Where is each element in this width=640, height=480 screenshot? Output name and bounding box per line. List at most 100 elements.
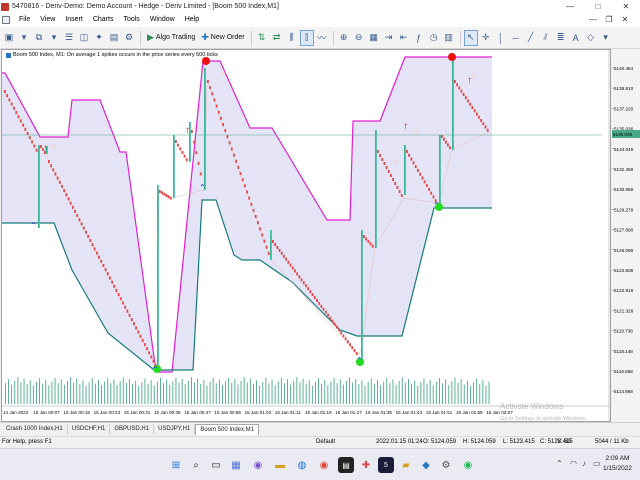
candle [302, 281, 305, 285]
chart-window[interactable]: ↑ ↑ ↑ ↑ ⌃ ⌃ ⌃ ⌃ ⌃ ☆ ☆ ☆ ☆ ☆ ☆ 14 Jan 202… [1, 49, 611, 422]
tile-windows-icon[interactable]: ▦ [367, 30, 381, 46]
candle [13, 106, 15, 110]
algo-trading-button[interactable]: ▶ Algo Trading [144, 30, 198, 46]
text-tool-icon[interactable]: A [569, 30, 583, 46]
periods-icon[interactable]: ◷ [427, 30, 441, 46]
windows-start-icon[interactable]: ⊞ [168, 457, 184, 473]
buy-sell-icon[interactable]: ⇅ [255, 30, 269, 46]
chart-close-button[interactable]: ✕ [618, 13, 632, 27]
sell-arrow-icon[interactable]: ↑ [43, 143, 48, 154]
app-icon[interactable]: ▤ [338, 457, 354, 473]
terminal-icon[interactable]: ▤ [107, 30, 121, 46]
time-tick-label: 14 Jan 2022 [3, 410, 29, 415]
tab-usdjpy[interactable]: USDJPY,H1 [154, 424, 196, 435]
menu-window[interactable]: Window [145, 13, 180, 27]
maximize-button[interactable]: □ [588, 0, 608, 13]
price-scale[interactable]: 5140.484 5138.810 5137.220 5135.036 5134.048… [612, 49, 640, 422]
tab-crash-1000-index[interactable]: Crash 1000 Index,H1 [2, 424, 68, 435]
tab-usdchf[interactable]: USDCHF,H1 [68, 424, 111, 435]
dropdown-icon[interactable]: ▾ [47, 30, 61, 46]
indicators-icon[interactable]: ƒ [412, 30, 426, 46]
wifi-icon[interactable]: ◠ [570, 459, 577, 468]
taskbar-clock[interactable]: 2:09 AM 1/15/2022 [603, 454, 632, 474]
buy-arrow-icon[interactable]: ⌃ [199, 183, 206, 192]
market-watch-icon[interactable]: ☰ [62, 30, 76, 46]
buy-arrow-icon[interactable]: ⌃ [152, 365, 159, 374]
menu-tools[interactable]: Tools [118, 13, 144, 27]
buy-arrow-icon[interactable]: ⌃ [356, 356, 363, 365]
folder-icon[interactable]: ▰ [398, 457, 414, 473]
candle [28, 136, 31, 140]
price-tick-label: 5127.690 [614, 228, 634, 233]
zoom-in-icon[interactable]: ⊕ [337, 30, 351, 46]
spike-dot-red[interactable] [202, 57, 210, 65]
chart-description: Boom 500 Index, M1: On average 1 spikes … [13, 52, 218, 58]
dropdown-icon[interactable]: ▾ [17, 30, 31, 46]
signal-star-icon: ☆ [392, 157, 399, 166]
strategy-tester-icon[interactable]: ⚙ [122, 30, 136, 46]
tray-chevron-icon[interactable]: ⌃ [556, 459, 563, 468]
trade-history-icon[interactable]: ⇄ [270, 30, 284, 46]
edge-icon[interactable]: ◍ [294, 457, 310, 473]
menu-help[interactable]: Help [180, 13, 204, 27]
candle [390, 174, 392, 177]
trendline-icon[interactable]: ╱ [524, 30, 538, 46]
fibonacci-icon[interactable]: ≣ [554, 30, 568, 46]
data-window-icon[interactable]: ◫ [77, 30, 91, 46]
menu-file[interactable]: File [14, 13, 35, 27]
chart-restore-button[interactable]: ❐ [602, 13, 616, 27]
shapes-icon[interactable]: ◇ [584, 30, 598, 46]
candle [143, 343, 146, 347]
new-chart-icon[interactable]: ▣ [2, 30, 16, 46]
candle [117, 293, 120, 297]
menu-view[interactable]: View [35, 13, 60, 27]
buy-arrow-icon[interactable]: ⌃ [30, 221, 37, 230]
chart-minimize-button[interactable]: — [586, 13, 600, 27]
crosshair-icon[interactable]: ✛ [479, 30, 493, 46]
sell-arrow-icon[interactable]: ↑ [403, 121, 408, 132]
horizontal-line-icon[interactable]: ─ [509, 30, 523, 46]
bar-chart-icon[interactable]: ⫼ [285, 30, 299, 46]
search-icon[interactable]: ⌕ [188, 457, 204, 473]
close-button[interactable]: ✕ [616, 0, 636, 13]
profiles-icon[interactable]: ⧉ [32, 30, 46, 46]
settings-icon[interactable]: ⚙ [438, 457, 454, 473]
vertical-line-icon[interactable]: │ [494, 30, 508, 46]
candle [159, 190, 161, 193]
buy-arrow-icon[interactable]: ⌃ [433, 201, 440, 210]
volume-bar [280, 377, 282, 404]
tab-boom-500-index[interactable]: Boom 500 Index,M1 [195, 424, 260, 435]
menu-insert[interactable]: Insert [60, 13, 88, 27]
chart-shift-icon[interactable]: ⇤ [397, 30, 411, 46]
app-icon[interactable]: ◆ [418, 457, 434, 473]
line-chart-icon[interactable]: 〰 [315, 30, 329, 46]
candlestick-icon[interactable]: ⫿ [299, 29, 314, 46]
minimize-button[interactable]: — [560, 0, 580, 13]
spike-dot-red[interactable] [448, 53, 456, 61]
battery-icon[interactable]: ▭ [593, 459, 601, 468]
candle [333, 322, 336, 326]
price-chart[interactable]: ↑ ↑ ↑ ↑ ⌃ ⌃ ⌃ ⌃ ⌃ ☆ ☆ ☆ ☆ ☆ ☆ 14 Jan 202… [2, 50, 610, 421]
chat-icon[interactable]: ◉ [250, 457, 266, 473]
mt5-icon[interactable]: 5 [378, 457, 394, 473]
candle [122, 301, 124, 305]
tab-gbpusd[interactable]: GBPUSD,H1 [110, 424, 155, 435]
volume-bar [470, 386, 471, 404]
new-order-button[interactable]: ✚ New Order [198, 30, 247, 46]
app-icon[interactable]: ✚ [358, 457, 374, 473]
volume-icon[interactable]: ♪ [582, 459, 586, 468]
chrome-icon[interactable]: ◉ [316, 457, 332, 473]
templates-icon[interactable]: ▥ [442, 30, 456, 46]
autoscroll-icon[interactable]: ⇥ [382, 30, 396, 46]
navigator-icon[interactable]: ✦ [92, 30, 106, 46]
zoom-out-icon[interactable]: ⊖ [352, 30, 366, 46]
file-explorer-icon[interactable]: ▬ [272, 457, 288, 473]
cursor-icon[interactable]: ↖ [463, 29, 478, 46]
channel-icon[interactable]: ⫽ [539, 30, 553, 46]
dropdown-icon[interactable]: ▾ [599, 30, 613, 46]
spotify-icon[interactable]: ◉ [460, 457, 476, 473]
widgets-icon[interactable]: ▦ [228, 457, 244, 473]
task-view-icon[interactable]: ▭ [208, 457, 224, 473]
price-tick-label: 5138.810 [614, 86, 634, 91]
menu-charts[interactable]: Charts [88, 13, 119, 27]
